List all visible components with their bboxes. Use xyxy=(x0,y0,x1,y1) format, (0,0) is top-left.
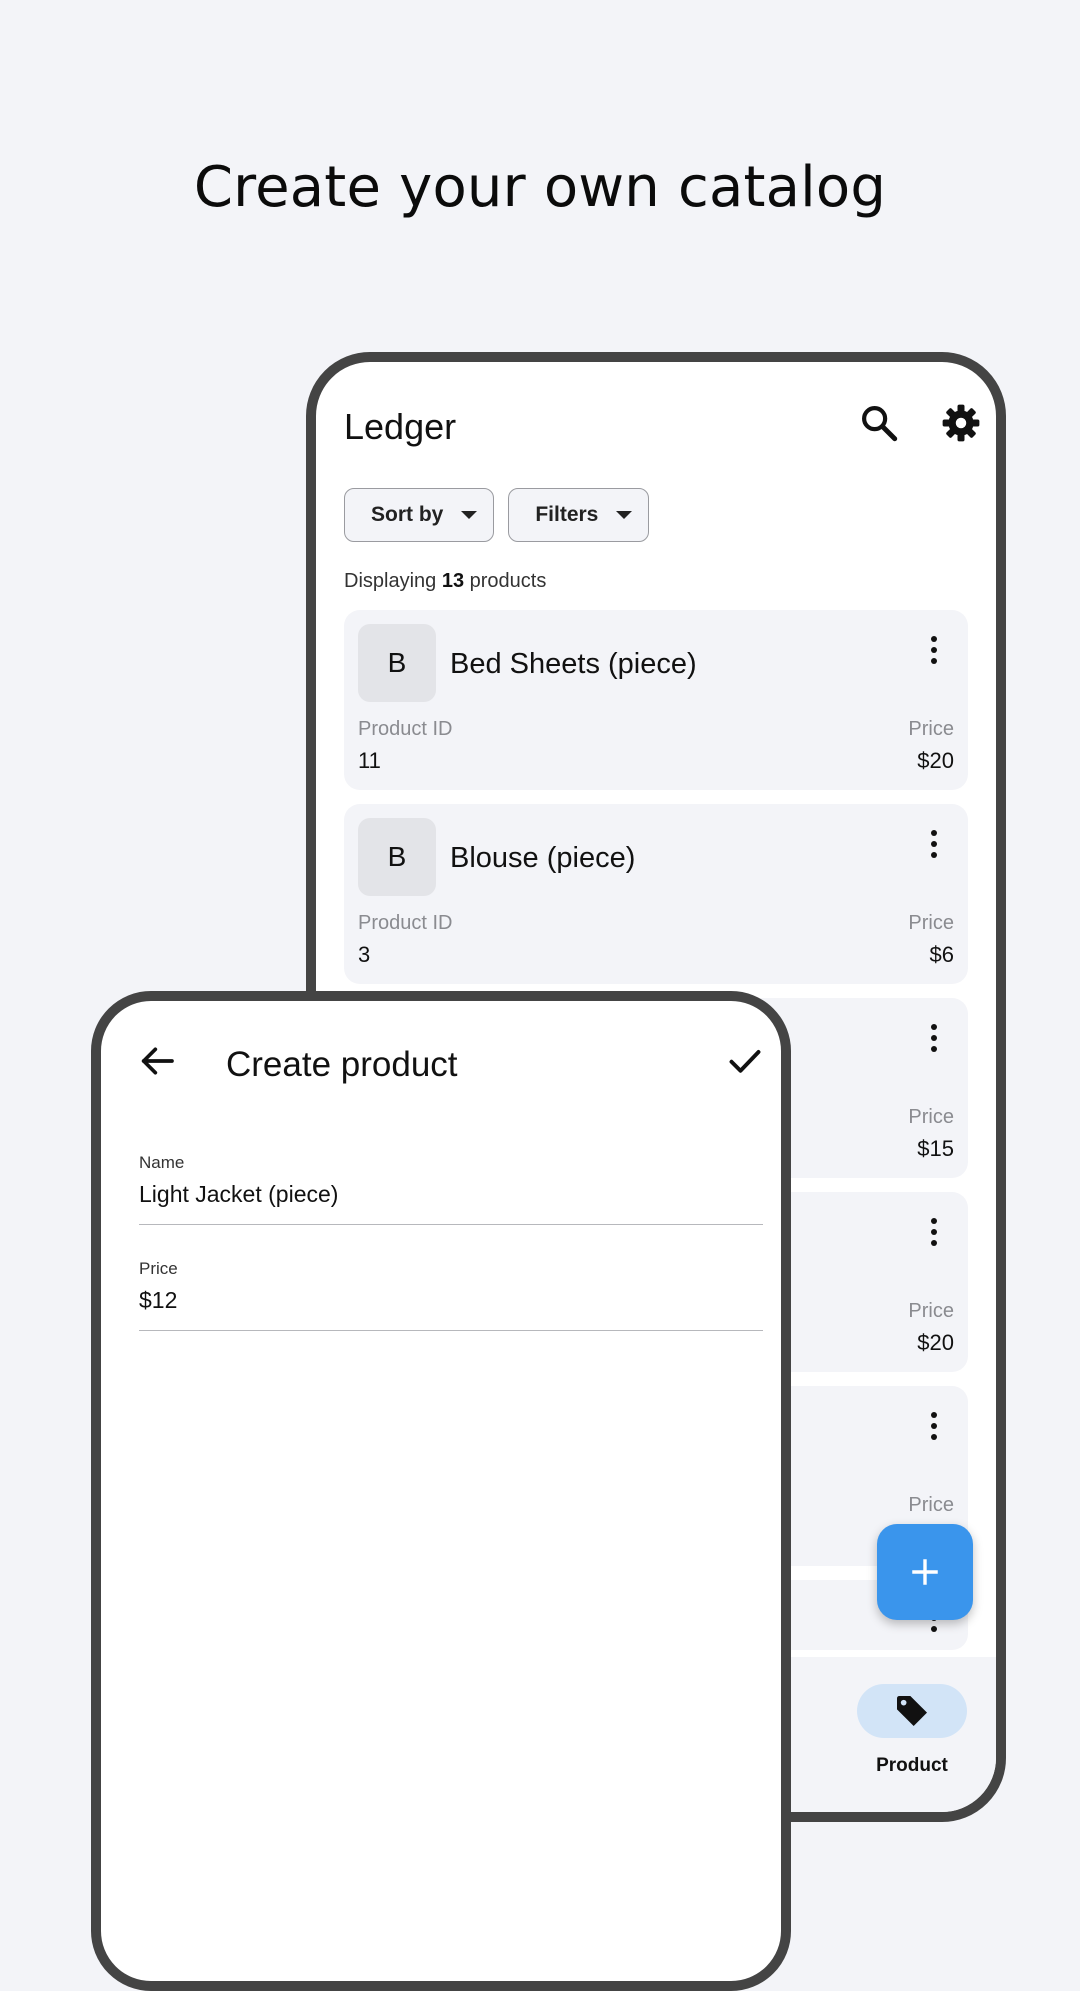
add-product-button[interactable] xyxy=(877,1524,973,1620)
product-id-label: Product ID xyxy=(358,718,453,740)
tag-icon xyxy=(897,1696,927,1726)
count-value: 13 xyxy=(441,570,465,592)
product-id-value: 11 xyxy=(358,748,381,773)
more-options-icon[interactable] xyxy=(930,1024,938,1052)
name-field[interactable]: Name Light Jacket (piece) xyxy=(139,1153,763,1225)
price-field[interactable]: Price $12 xyxy=(139,1259,763,1331)
back-arrow-icon[interactable] xyxy=(137,1041,177,1081)
price-label: Price xyxy=(908,1300,954,1322)
price-value: $6 xyxy=(929,942,954,967)
sort-by-dropdown[interactable]: Sort by xyxy=(344,488,495,542)
price-value: $15 xyxy=(917,1136,954,1161)
product-count: Displaying 13 products xyxy=(344,570,546,593)
caret-down-icon xyxy=(461,511,478,519)
price-label: Price xyxy=(908,912,954,934)
product-name: Blouse (piece) xyxy=(450,842,636,874)
name-value[interactable]: Light Jacket (piece) xyxy=(139,1181,763,1224)
more-options-icon[interactable] xyxy=(930,1218,938,1246)
price-label: Price xyxy=(908,1106,954,1128)
search-icon[interactable] xyxy=(858,402,900,444)
product-avatar: B xyxy=(358,624,436,702)
app-title: Ledger xyxy=(344,406,457,447)
headline: Create your own catalog xyxy=(193,155,887,220)
plus-icon xyxy=(912,1559,938,1585)
page-title: Create product xyxy=(226,1045,458,1084)
product-id-label: Product ID xyxy=(358,912,453,934)
price-label: Price xyxy=(908,1494,954,1516)
price-value: $20 xyxy=(917,748,954,773)
create-product-screen: Create product Name Light Jacket (piece)… xyxy=(91,991,791,1991)
count-suffix: products xyxy=(469,570,547,592)
more-options-icon[interactable] xyxy=(930,636,938,664)
save-check-icon[interactable] xyxy=(727,1043,763,1079)
sort-by-label: Sort by xyxy=(371,503,444,526)
price-label: Price xyxy=(908,718,954,740)
more-options-icon[interactable] xyxy=(930,830,938,858)
caret-down-icon xyxy=(616,511,633,519)
price-label: Price xyxy=(139,1259,178,1278)
filters-dropdown[interactable]: Filters xyxy=(508,488,650,542)
filters-label: Filters xyxy=(535,503,599,526)
more-options-icon[interactable] xyxy=(930,1412,938,1440)
gear-icon[interactable] xyxy=(940,402,982,444)
price-value[interactable]: $12 xyxy=(139,1287,763,1330)
product-card[interactable]: B Bed Sheets (piece) Product ID 11 Price… xyxy=(344,610,968,790)
nav-item-product[interactable] xyxy=(857,1684,967,1738)
nav-label-product: Product xyxy=(876,1755,948,1776)
price-value: $20 xyxy=(917,1330,954,1355)
product-avatar: B xyxy=(358,818,436,896)
name-label: Name xyxy=(139,1153,185,1172)
count-prefix: Displaying xyxy=(344,570,437,592)
product-id-value: 3 xyxy=(358,942,371,967)
product-card[interactable]: B Blouse (piece) Product ID 3 Price $6 xyxy=(344,804,968,984)
product-name: Bed Sheets (piece) xyxy=(450,648,697,680)
